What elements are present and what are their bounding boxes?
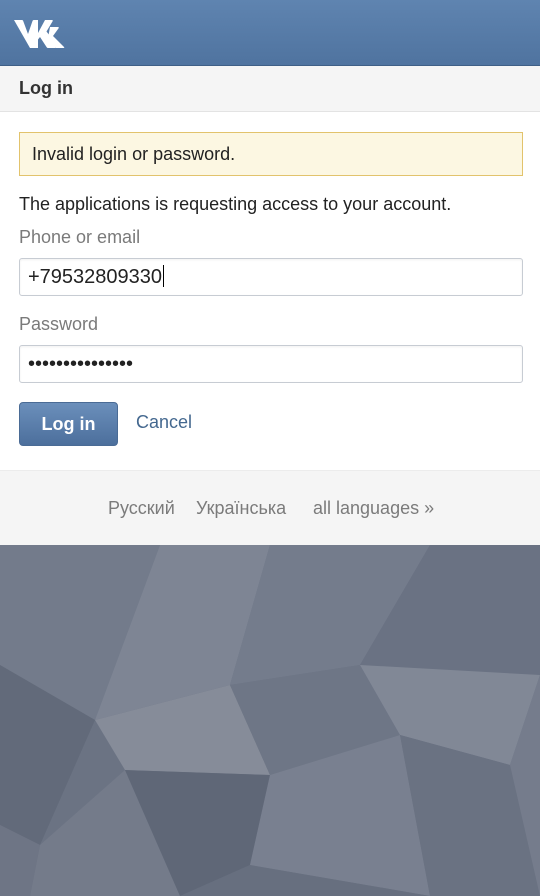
top-bar (0, 0, 540, 66)
phone-label: Phone or email (19, 227, 141, 247)
password-input[interactable]: ••••••••••••••• (19, 345, 523, 383)
language-ukrainian[interactable]: Українська (196, 498, 286, 519)
phone-input[interactable]: +79532809330 (19, 258, 523, 296)
page-title: Log in (19, 78, 73, 98)
login-form: Invalid login or password. The applicati… (0, 112, 540, 470)
vk-logo-icon[interactable] (12, 17, 68, 51)
language-bar: Русский Українська all languages » (0, 470, 540, 545)
text-caret (163, 265, 165, 287)
password-label: Password (19, 314, 99, 334)
password-mask: ••••••••••••••• (28, 353, 134, 375)
access-request-text: The applications is requesting access to… (19, 194, 452, 214)
polygon-background (0, 545, 540, 896)
language-russian[interactable]: Русский (108, 498, 175, 519)
phone-value: +79532809330 (28, 266, 163, 288)
cancel-link[interactable]: Cancel (136, 412, 192, 433)
login-button[interactable]: Log in (19, 402, 118, 446)
error-message: Invalid login or password. (32, 144, 236, 164)
subheader: Log in (0, 66, 540, 112)
error-banner: Invalid login or password. (19, 132, 523, 176)
all-languages-link[interactable]: all languages » (313, 498, 434, 519)
